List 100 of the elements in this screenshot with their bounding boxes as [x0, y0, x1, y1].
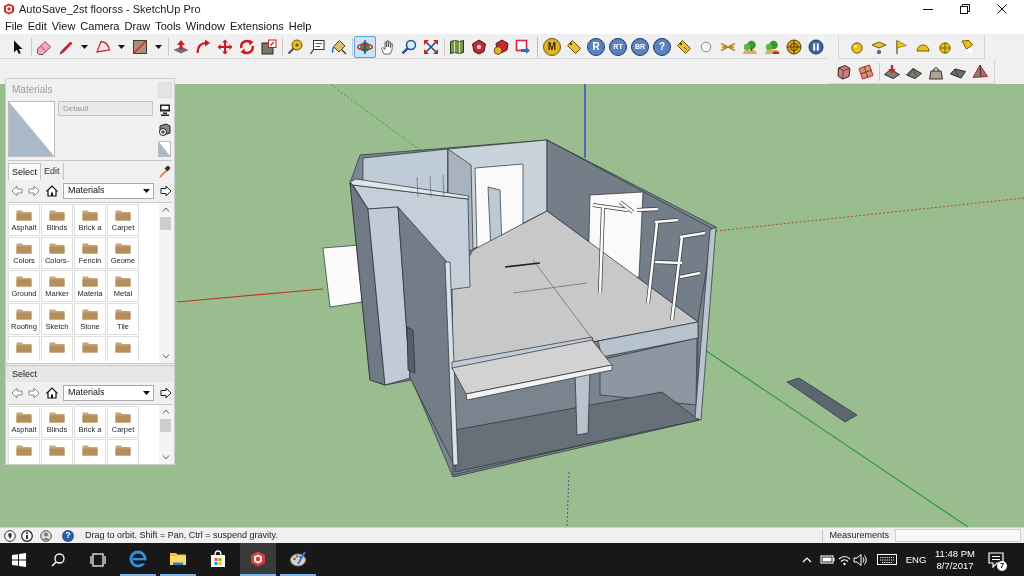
folder-icon	[82, 242, 98, 254]
taskbar-app-button[interactable]	[240, 543, 276, 576]
menu-item[interactable]: File	[5, 20, 23, 32]
clock-time[interactable]: 11:48 PM	[935, 547, 975, 560]
palette-brush-icon	[289, 549, 307, 568]
scroll-down-icon[interactable]	[161, 454, 170, 461]
scrollbar-thumb[interactable]	[160, 217, 171, 230]
help-button[interactable]: ?	[653, 37, 671, 56]
help-button[interactable]: ?	[62, 529, 74, 542]
measurements-field[interactable]	[895, 529, 1021, 542]
folder-icon	[49, 275, 65, 287]
material-swatch-icon[interactable]	[158, 141, 171, 157]
speaker-icon[interactable]	[852, 552, 868, 567]
folder-icon	[49, 444, 65, 456]
caret-icon	[81, 44, 88, 49]
folder-icon	[115, 444, 131, 456]
round-tool-button[interactable]: R	[587, 37, 605, 56]
wifi-icon[interactable]	[837, 553, 851, 566]
material-folder-item[interactable]	[41, 336, 73, 361]
folder-icon	[82, 275, 98, 287]
tag-icon	[676, 38, 692, 55]
menu-item[interactable]: Help	[288, 20, 312, 32]
menu-item[interactable]: Tools	[155, 20, 181, 32]
clock-date[interactable]: 8/7/2017	[936, 559, 974, 572]
hand-icon	[379, 38, 395, 55]
orbit-tool-button[interactable]	[354, 35, 376, 58]
back-arrow-icon[interactable]	[11, 386, 23, 399]
material-folder-item[interactable]	[74, 336, 106, 361]
material-folder-item[interactable]	[41, 439, 73, 464]
home-icon[interactable]	[46, 184, 58, 197]
folder-icon	[115, 341, 131, 353]
map-icon	[449, 38, 465, 55]
keyboard-icon[interactable]	[877, 554, 897, 565]
battery-icon[interactable]	[819, 553, 835, 566]
folder-icon	[49, 341, 65, 353]
monitor-icon[interactable]	[158, 104, 171, 116]
restore-icon[interactable]	[959, 4, 970, 14]
scrollbar[interactable]	[159, 203, 172, 363]
eyedropper-icon[interactable]	[158, 165, 171, 178]
scroll-up-icon[interactable]	[161, 206, 170, 213]
material-folder-item[interactable]	[8, 439, 40, 464]
menu-item[interactable]: Extensions	[229, 20, 284, 32]
windows-logo-icon[interactable]	[12, 552, 26, 567]
round-tool-button[interactable]: M	[543, 37, 561, 56]
caret-icon	[118, 44, 125, 49]
folder-icon	[115, 308, 131, 320]
info-icon[interactable]	[21, 529, 33, 542]
notification-icon[interactable]	[988, 551, 1004, 568]
back-arrow-icon[interactable]	[11, 184, 23, 197]
forward-arrow-icon[interactable]	[28, 386, 40, 399]
task-view-icon[interactable]	[90, 552, 106, 567]
menu-item[interactable]: Camera	[80, 20, 120, 32]
menu-item[interactable]: Draw	[124, 20, 151, 32]
chevron-up-icon[interactable]	[802, 556, 812, 563]
eraser-icon	[36, 38, 52, 55]
scroll-up-icon[interactable]	[161, 408, 170, 415]
location-icon[interactable]	[4, 529, 16, 542]
forward-arrow-icon[interactable]	[28, 184, 40, 197]
scrollbar-thumb[interactable]	[160, 419, 171, 432]
close-icon[interactable]	[996, 4, 1007, 14]
tab[interactable]: Select	[8, 163, 41, 180]
move-icon	[217, 38, 233, 55]
frame-arrow-icon	[515, 38, 531, 55]
arc-icon	[95, 38, 111, 55]
menu-item[interactable]: Window	[185, 20, 225, 32]
scroll-down-icon[interactable]	[161, 353, 170, 360]
scrollbar[interactable]	[159, 405, 172, 464]
folder-icon	[49, 411, 65, 423]
tag-icon	[566, 38, 582, 55]
material-folder-item[interactable]	[8, 336, 40, 361]
folder-icon	[49, 308, 65, 320]
status-message: Drag to orbit. Shift = Pan, Ctrl = suspend gravity.	[85, 531, 278, 540]
library-dropdown[interactable]: Materials	[63, 182, 154, 199]
arrow-right-icon[interactable]	[160, 184, 172, 197]
home-icon[interactable]	[46, 386, 58, 399]
folder-icon	[16, 275, 32, 287]
add-material-icon[interactable]	[158, 123, 171, 137]
material-folder-item[interactable]	[107, 336, 139, 361]
folder-icon	[16, 209, 32, 221]
folder-icon	[115, 411, 131, 423]
library-dropdown[interactable]: Materials	[63, 384, 154, 401]
arrow-right-icon[interactable]	[160, 386, 172, 399]
menu-item[interactable]: Edit	[27, 20, 47, 32]
floor-slab	[786, 377, 858, 423]
material-folder-item[interactable]	[107, 439, 139, 464]
folder-icon	[16, 444, 32, 456]
material-folder-item[interactable]	[74, 439, 106, 464]
folder-icon	[115, 209, 131, 221]
grid-icon	[858, 63, 874, 80]
user-icon[interactable]	[40, 529, 52, 542]
tab[interactable]: Edit	[41, 163, 64, 180]
rotate-icon	[239, 38, 255, 55]
menu-item[interactable]: View	[51, 20, 76, 32]
search-icon[interactable]	[51, 552, 65, 567]
expand-arrows-icon	[423, 38, 439, 55]
language-indicator[interactable]: ENG	[905, 554, 927, 565]
axis-line	[566, 471, 570, 527]
terrain-arrow-icon	[884, 63, 900, 80]
pane-title: Select	[12, 369, 37, 379]
shopping-bag-icon	[209, 549, 227, 568]
